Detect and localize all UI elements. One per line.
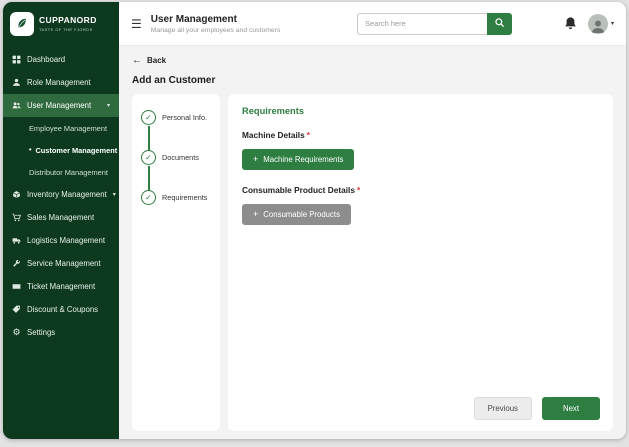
add-machine-requirements-button[interactable]: + Machine Requirements [242,149,355,170]
sidebar-item-label: Service Management [27,259,101,268]
service-icon [12,259,21,268]
sidebar-item-user-management[interactable]: User Management ▾ [3,94,119,117]
step-label: Personal Info. [162,113,208,122]
gear-icon: ⚙ [12,327,21,337]
main-content: ← Back Add an Customer ✓ Personal Info. … [119,46,626,439]
sidebar-item-customer-management[interactable]: • Customer Management [3,139,119,161]
dashboard-icon [12,55,21,64]
role-icon [12,78,21,87]
sidebar-subitem-label: Employee Management [29,123,108,133]
brand-tagline: TASTE OF THE FJORDS [39,26,93,32]
app-window: CUPPANORD TASTE OF THE FJORDS Dashboard … [3,2,626,439]
add-consumable-products-button[interactable]: + Consumable Products [242,204,351,225]
sidebar: CUPPANORD TASTE OF THE FJORDS Dashboard … [3,2,119,439]
sidebar-item-settings[interactable]: ⚙ Settings [3,321,119,344]
page-title: Add an Customer [132,75,216,86]
stepper-panel: ✓ Personal Info. ✓ Documents ✓ Requireme… [132,94,220,431]
previous-button[interactable]: Previous [473,397,532,420]
consumable-product-details-label: Consumable Product Details * [242,185,361,195]
leaf-logo-icon [10,12,34,36]
check-icon: ✓ [141,110,156,125]
main-column: ☰ User Management Manage all your employ… [119,2,626,439]
sidebar-item-distributor-management[interactable]: Distributor Management [3,161,119,183]
sidebar-item-label: Inventory Management [27,190,107,199]
top-header: ☰ User Management Manage all your employ… [119,2,626,46]
chevron-down-icon: ▾ [106,103,110,109]
user-profile-menu[interactable]: ▾ [587,13,614,34]
requirements-form-card: Requirements Machine Details * + Machine … [228,94,613,431]
machine-details-label: Machine Details * [242,130,310,140]
user-management-submenu: Employee Management • Customer Managemen… [3,117,119,183]
sidebar-item-label: Role Management [27,78,91,87]
avatar [587,13,608,34]
sidebar-item-sales-management[interactable]: Sales Management [3,206,119,229]
plus-icon: + [253,154,259,164]
users-icon [12,101,21,110]
sidebar-item-dashboard[interactable]: Dashboard [3,48,119,71]
next-button[interactable]: Next [541,397,600,420]
ticket-icon [12,282,21,291]
chevron-down-icon: ▾ [610,21,614,27]
step-label: Documents [162,153,199,162]
search-button[interactable] [486,12,512,35]
search-bar [356,12,512,35]
sidebar-subitem-label: Distributor Management [29,167,108,177]
back-arrow-icon: ← [132,55,142,66]
sidebar-item-service-management[interactable]: Service Management [3,252,119,275]
sidebar-subitem-label: Customer Management [35,145,118,155]
search-icon [494,16,505,31]
content-area: ✓ Personal Info. ✓ Documents ✓ Requireme… [132,94,613,431]
sidebar-item-label: Dashboard [27,55,66,64]
section-title: Requirements [242,106,304,116]
sales-icon [12,213,21,222]
logistics-icon [12,236,21,245]
sidebar-item-label: Settings [27,328,56,337]
form-footer: Previous Next [473,397,600,420]
step-documents[interactable]: ✓ Documents [141,150,211,191]
page-header-subtitle: Manage all your employees and customers [150,26,281,34]
page-header-title: User Management [150,13,237,25]
chevron-down-icon: ▾ [112,192,116,198]
sidebar-item-logistics-management[interactable]: Logistics Management [3,229,119,252]
sidebar-item-label: Logistics Management [27,236,106,245]
sidebar-item-ticket-management[interactable]: Ticket Management [3,275,119,298]
bullet-icon: • [29,146,32,154]
sidebar-item-label: User Management [27,101,92,110]
check-icon: ✓ [141,190,156,205]
step-personal-info[interactable]: ✓ Personal Info. [141,110,211,151]
inventory-icon [12,190,21,199]
hamburger-menu-icon[interactable]: ☰ [131,18,142,30]
plus-icon: + [253,209,259,219]
search-input[interactable] [356,12,487,35]
check-icon: ✓ [141,150,156,165]
sidebar-nav: Dashboard Role Management User Managemen… [3,48,119,344]
required-asterisk: * [356,185,361,195]
required-asterisk: * [306,130,310,140]
sidebar-item-inventory-management[interactable]: Inventory Management ▾ [3,183,119,206]
sidebar-item-discount-coupons[interactable]: Discount & Coupons [3,298,119,321]
back-link[interactable]: ← Back [132,55,166,66]
back-label: Back [147,56,167,65]
brand-name: CUPPANORD [39,15,97,26]
step-label: Requirements [162,193,208,202]
sidebar-item-label: Discount & Coupons [27,305,99,314]
notification-bell-icon[interactable] [563,16,579,32]
step-requirements[interactable]: ✓ Requirements [141,190,211,205]
sidebar-item-label: Ticket Management [27,282,96,291]
sidebar-item-label: Sales Management [27,213,95,222]
sidebar-item-employee-management[interactable]: Employee Management [3,117,119,139]
sidebar-item-role-management[interactable]: Role Management [3,71,119,94]
brand-logo: CUPPANORD TASTE OF THE FJORDS [3,2,119,48]
discount-tag-icon [12,305,21,314]
